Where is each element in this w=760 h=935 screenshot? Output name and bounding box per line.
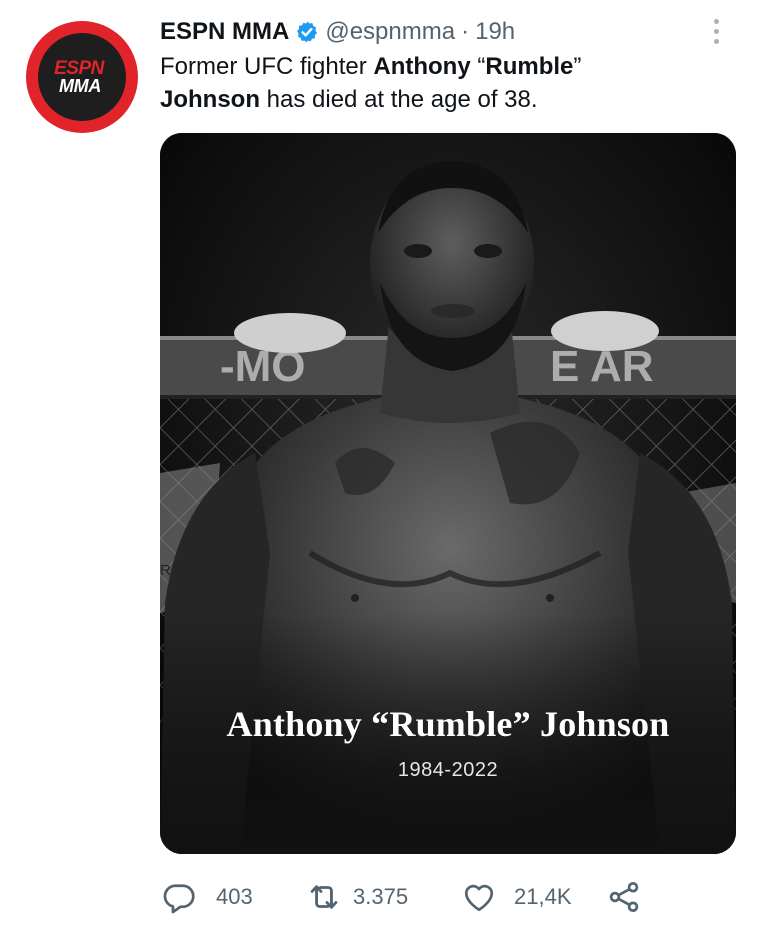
avatar[interactable]: ESPN MMA [26, 21, 138, 133]
retweet-count: 3.375 [353, 884, 409, 909]
reply-button[interactable]: 403 [160, 870, 253, 924]
more-options-icon[interactable] [704, 15, 728, 47]
reply-count: 403 [216, 884, 253, 909]
tweet-text-bold: Anthony [373, 53, 471, 80]
share-icon [605, 878, 643, 916]
tweet-media-image[interactable]: -MO E AR Re Anthony “Rumble” Johnson 198… [160, 133, 736, 854]
tweet-text-part: has died at the age of 38. [260, 86, 538, 113]
more-dot [713, 28, 719, 34]
like-count: 21,4K [514, 884, 572, 909]
tweet-timestamp[interactable]: 19h [475, 18, 515, 46]
more-dot [713, 18, 719, 24]
tweet-text-part: ” [573, 53, 582, 80]
memorial-caption-name: Anthony “Rumble” Johnson [226, 704, 670, 744]
espn-mma-logo: ESPN MMA [38, 33, 126, 121]
logo-espn-text: ESPN [54, 57, 104, 79]
memorial-caption-years: 1984-2022 [397, 759, 499, 781]
share-button[interactable] [605, 870, 643, 924]
fighter-photo: -MO E AR Re [160, 133, 736, 854]
heart-icon [460, 878, 498, 916]
reply-icon [160, 878, 198, 916]
author-display-name[interactable]: ESPN MMA [160, 18, 289, 46]
tweet-text: Former UFC fighter Anthony “Rumble” Johns… [160, 50, 680, 116]
tweet-text-bold: Rumble [485, 53, 574, 80]
tweet-text-bold: Johnson [160, 86, 260, 113]
logo-mma-text: MMA [58, 75, 102, 96]
retweet-button[interactable]: 3.375 [305, 870, 408, 924]
author-handle[interactable]: @espnmma [325, 18, 455, 46]
retweet-icon [305, 878, 343, 916]
tweet-text-part: “ [470, 53, 486, 80]
tweet-actions-bar: 403 3.375 21,4K [160, 870, 720, 924]
more-dot [713, 38, 719, 44]
like-button[interactable]: 21,4K [460, 870, 572, 924]
verified-badge-icon [295, 20, 319, 44]
tweet-header: ESPN MMA @espnmma · 19h [160, 16, 515, 48]
separator-dot: · [461, 18, 470, 45]
tweet-text-part: Former UFC fighter [160, 53, 374, 80]
